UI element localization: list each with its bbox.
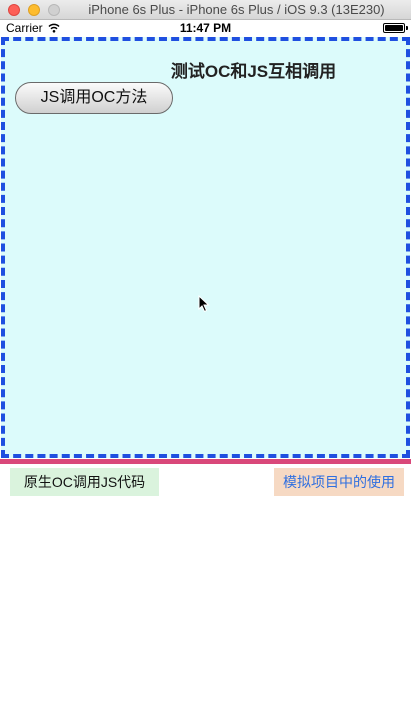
battery-icon	[383, 23, 408, 33]
status-time: 11:47 PM	[179, 21, 232, 35]
window-title: iPhone 6s Plus - iPhone 6s Plus / iOS 9.…	[88, 2, 385, 17]
window-title-bar: iPhone 6s Plus - iPhone 6s Plus / iOS 9.…	[0, 0, 411, 20]
js-call-oc-button[interactable]: JS调用OC方法	[15, 82, 173, 114]
battery-nub	[406, 26, 408, 30]
close-window-button[interactable]	[8, 4, 20, 16]
simulate-project-usage-button[interactable]: 模拟项目中的使用	[274, 468, 404, 496]
native-oc-call-js-button[interactable]: 原生OC调用JS代码	[10, 468, 159, 496]
section-separator	[0, 459, 411, 464]
mouse-cursor-icon	[198, 294, 210, 318]
minimize-window-button[interactable]	[28, 4, 40, 16]
battery-fill	[385, 25, 403, 31]
web-view: 测试OC和JS互相调用 JS调用OC方法	[1, 37, 410, 458]
status-bar: Carrier 11:47 PM	[0, 20, 411, 37]
web-page-title: 测试OC和JS互相调用	[170, 62, 337, 81]
zoom-window-button[interactable]	[48, 4, 60, 16]
